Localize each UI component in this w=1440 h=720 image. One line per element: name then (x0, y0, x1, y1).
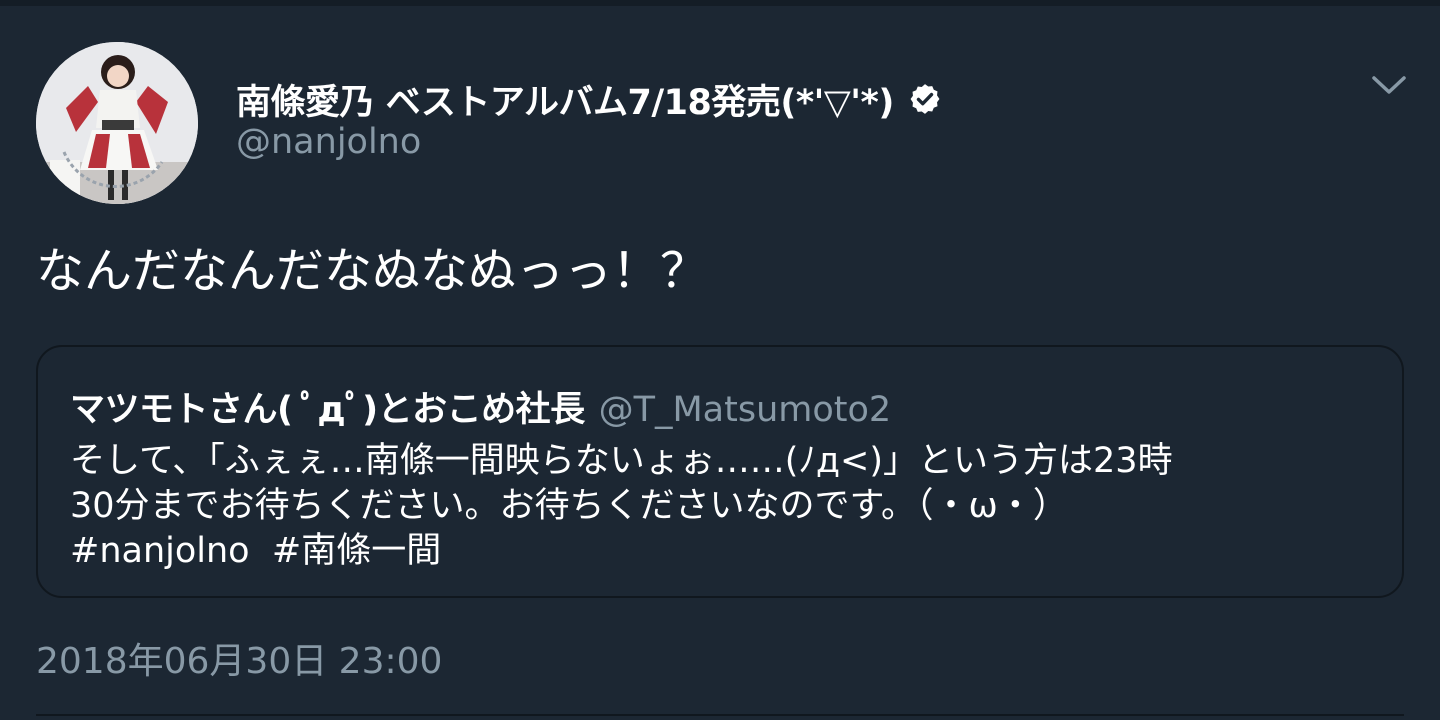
quoted-author-name: マツモトさん( ﾟдﾟ)とおこめ社長 (70, 390, 585, 430)
author-display-name[interactable]: 南條愛乃 ベストアルバム7/18発売(*'▽'*) (236, 74, 894, 125)
hashtag-link[interactable]: #nanjolno (70, 531, 250, 571)
profile-photo-icon (36, 42, 198, 204)
author-name-row: 南條愛乃 ベストアルバム7/18発売(*'▽'*) (236, 74, 942, 125)
hashtag-line: #nanjolno #南條一間 (70, 529, 1380, 574)
chevron-down-icon[interactable] (1370, 70, 1408, 100)
author-handle[interactable]: @nanjolno (236, 122, 421, 162)
quoted-author-handle: @T_Matsumoto2 (598, 390, 892, 430)
quoted-tweet-text: そして、「ふぇぇ…南條一間映らないょぉ……(ﾉд<)」という方は23時 30分ま… (70, 439, 1380, 574)
author-avatar[interactable] (36, 42, 198, 204)
quoted-tweet-card[interactable]: マツモトさん( ﾟдﾟ)とおこめ社長 @T_Matsumoto2 そして、「ふぇ… (36, 345, 1404, 598)
quoted-tweet-header: マツモトさん( ﾟдﾟ)とおこめ社長 @T_Matsumoto2 (70, 381, 892, 430)
verified-badge-icon (908, 82, 942, 116)
quoted-text-line: 30分までお待ちください。お待ちくださいなのです。（・ω・） (70, 486, 1068, 526)
tweet: 南條愛乃 ベストアルバム7/18発売(*'▽'*) @nanjolno なんだな… (0, 0, 1440, 720)
hashtag-link[interactable]: #南條一間 (272, 531, 441, 571)
tweet-text: なんだなんだなぬなぬっっ！？ (36, 243, 709, 299)
quoted-text-line: そして、「ふぇぇ…南條一間映らないょぉ……(ﾉд<)」という方は23時 (70, 441, 1173, 481)
tweet-timestamp[interactable]: 2018年06月30日 23:00 (36, 632, 442, 684)
divider (36, 714, 1404, 716)
